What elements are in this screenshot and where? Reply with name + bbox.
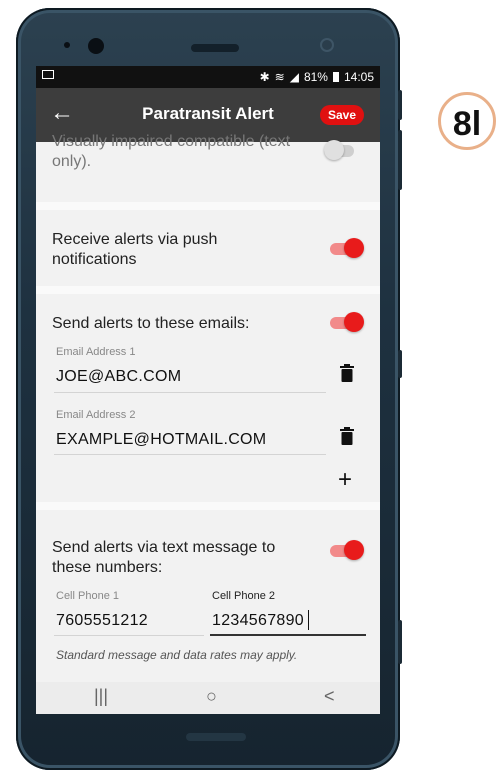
add-email-button[interactable]: + (338, 468, 352, 492)
trash-icon[interactable] (340, 364, 354, 382)
section-divider (36, 286, 380, 294)
push-label: Receive alerts via push notifications (52, 231, 218, 268)
phone-1-label: Cell Phone 1 (56, 590, 119, 602)
phone-screen: ✱ ≋ ◢ 81% 14:05 ← Paratransit Alert Save… (36, 66, 380, 714)
brand-logo (186, 733, 246, 741)
battery-percent: 81% (303, 70, 328, 84)
email-1-field[interactable]: JOE@ABC.COM (56, 368, 181, 386)
signal-icon: ◢ (289, 70, 299, 84)
push-toggle[interactable] (330, 238, 364, 258)
nav-back-icon[interactable]: < (324, 686, 335, 707)
emails-card: Send alerts to these emails: Email Addre… (36, 294, 380, 502)
visually-impaired-label: Visually impaired compatible (text only)… (52, 133, 291, 170)
email-2-label: Email Address 2 (56, 409, 136, 421)
home-icon[interactable]: ○ (206, 686, 217, 707)
emails-toggle[interactable] (330, 312, 364, 332)
sensor-dot (64, 42, 70, 48)
visually-impaired-card: Visually impaired compatible (text only)… (36, 133, 380, 202)
proximity-sensor-icon (320, 38, 334, 52)
emails-label: Send alerts to these emails: (52, 315, 250, 332)
toggle-knob (344, 312, 364, 332)
battery-icon (332, 72, 339, 82)
mail-icon (42, 70, 54, 79)
toggle-knob (344, 238, 364, 258)
visually-impaired-toggle[interactable] (324, 140, 358, 160)
android-nav-bar: ||| ○ < (36, 682, 380, 714)
sms-card: Send alerts via text message to these nu… (36, 510, 380, 682)
toggle-knob (324, 140, 344, 160)
push-card: Receive alerts via push notifications (36, 210, 380, 286)
wifi-icon: ≋ (274, 70, 285, 84)
sms-toggle[interactable] (330, 540, 364, 560)
email-2-underline (54, 454, 326, 455)
phone-1-field[interactable]: 7605551212 (56, 612, 148, 630)
section-divider (36, 502, 380, 510)
clock: 14:05 (343, 70, 374, 84)
power-button (398, 130, 402, 190)
front-camera-icon (88, 38, 104, 54)
bluetooth-icon: ✱ (259, 70, 270, 84)
text-cursor (308, 610, 309, 630)
rates-note: Standard message and data rates may appl… (56, 648, 298, 662)
recent-apps-icon[interactable]: ||| (94, 686, 108, 707)
shutter-button (398, 350, 402, 378)
trash-icon[interactable] (340, 427, 354, 445)
step-badge: 8l (438, 92, 496, 150)
earpiece-speaker (191, 44, 239, 52)
phone-1-underline (54, 635, 204, 636)
status-bar: ✱ ≋ ◢ 81% 14:05 (36, 66, 380, 88)
phone-2-field[interactable]: 1234567890 (212, 612, 304, 630)
side-button-lower (398, 620, 402, 664)
toggle-knob (344, 540, 364, 560)
section-divider (36, 202, 380, 210)
save-button[interactable]: Save (319, 105, 364, 125)
email-1-underline (54, 392, 326, 393)
email-2-field[interactable]: EXAMPLE@HOTMAIL.COM (56, 431, 266, 449)
phone-2-underline (210, 634, 366, 636)
volume-button (398, 90, 402, 120)
sms-label: Send alerts via text message to these nu… (52, 539, 276, 576)
email-1-label: Email Address 1 (56, 346, 136, 358)
phone-2-label: Cell Phone 2 (212, 590, 275, 602)
